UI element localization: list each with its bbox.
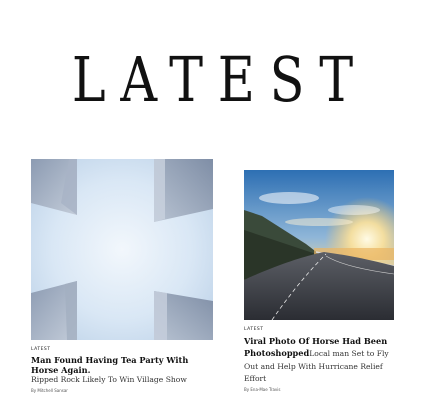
article-2-byline: By Ena-Mae Travis [244,386,281,392]
article-2-text: Viral Photo Of Horse Had Been Photoshopp… [244,334,394,384]
article-1-kicker: LATEST [31,347,51,352]
article-1-byline: By Mitchell Sansar [31,387,68,393]
sky-between-buildings-photo [31,159,213,340]
article-2-kicker: LATEST [244,327,264,332]
article-2-image[interactable] [244,170,394,320]
article-card-2[interactable]: LATEST Viral Photo Of Horse Had Been Pho… [244,170,394,392]
article-1-headline[interactable]: Man Found Having Tea Party With Horse Ag… [31,355,213,375]
page-title: LATEST [71,43,368,116]
coastal-road-sunset-photo [244,170,394,320]
article-card-1[interactable]: LATEST Man Found Having Tea Party With H… [31,159,213,393]
article-1-image[interactable] [31,159,213,340]
article-1-dek: Ripped Rock Likely To Win Village Show [31,375,187,384]
masthead: LATEST [0,40,425,120]
